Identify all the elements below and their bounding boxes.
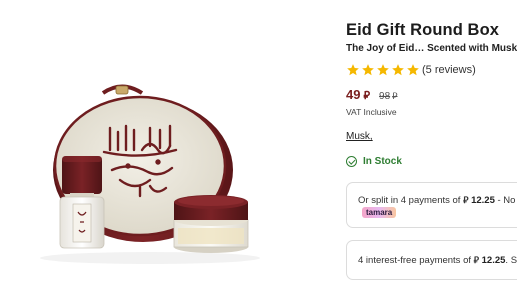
star-icon	[346, 63, 360, 77]
product-title: Eid Gift Round Box	[346, 21, 500, 39]
tamara-widget[interactable]: Or split in 4 payments of ⃁ 12.25 - No l…	[346, 182, 517, 228]
riyal-icon: ⃁	[363, 90, 371, 102]
current-price: 49	[346, 87, 361, 102]
star-icon	[376, 63, 390, 77]
tabby-text-prefix: 4 interest-free payments of	[358, 255, 471, 266]
tamara-amount: 12.25	[471, 195, 495, 206]
perfume-bottle	[59, 156, 105, 249]
tabby-amount: 12.25	[481, 255, 506, 266]
star-icon	[406, 63, 420, 77]
tamara-text: Or split in 4 payments of ⃁ 12.25 - No l…	[358, 195, 517, 206]
stock-status: In Stock	[346, 154, 402, 168]
product-details: Eid Gift Round Box The Joy of Eid… Scent…	[346, 0, 517, 288]
riyal-icon: ⃁	[392, 91, 398, 101]
product-image[interactable]	[0, 0, 330, 288]
old-price: 98	[379, 91, 391, 102]
star-icon	[391, 63, 405, 77]
tamara-logo: tamara	[362, 207, 397, 218]
product-subtitle: The Joy of Eid… Scented with Musk	[346, 43, 517, 54]
tamara-text-prefix: Or split in 4 payments of	[358, 195, 461, 206]
vat-note: VAT Inclusive	[346, 107, 397, 117]
riyal-icon: ⃁	[463, 195, 469, 205]
riyal-icon: ⃁	[473, 255, 479, 265]
product-photo	[40, 84, 260, 264]
tabby-text: 4 interest-free payments of ⃁ 12.25. Sh	[358, 255, 517, 266]
reviews-link[interactable]: (5 reviews)	[422, 64, 476, 76]
star-icon	[361, 63, 375, 77]
check-circle-icon	[346, 155, 357, 167]
price-row: 49 ⃁ 98 ⃁	[346, 87, 398, 103]
tabby-widget[interactable]: 4 interest-free payments of ⃁ 12.25. Sh	[346, 240, 517, 280]
brand-link[interactable]: Musk,	[346, 131, 373, 142]
tabby-text-suffix: . Sh	[505, 255, 517, 266]
product-page: Eid Gift Round Box The Joy of Eid… Scent…	[0, 0, 517, 288]
musk-jar	[173, 195, 249, 253]
stock-label: In Stock	[363, 155, 402, 167]
tamara-text-suffix: - No la	[497, 195, 517, 206]
rating-row[interactable]: (5 reviews)	[346, 62, 476, 78]
